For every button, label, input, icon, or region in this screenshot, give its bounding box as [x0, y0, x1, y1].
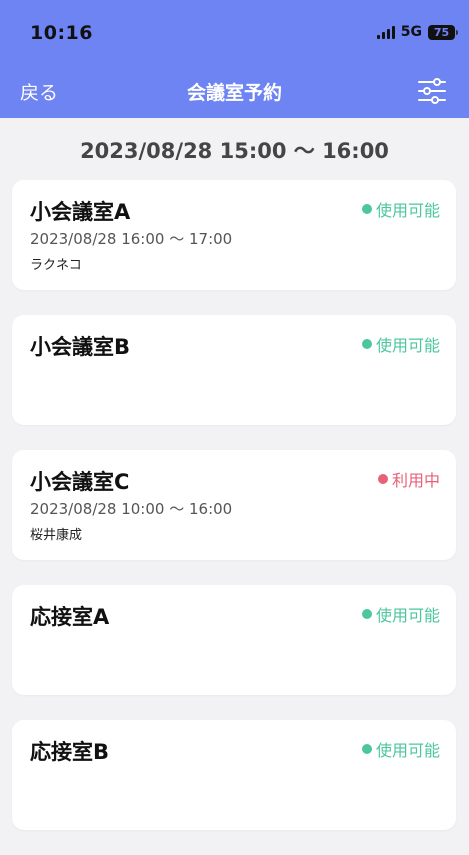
room-card[interactable]: 小会議室B 使用可能 — [12, 315, 456, 425]
sliders-icon[interactable] — [417, 78, 447, 104]
navigation-bar: 戻る 会議室予約 — [0, 64, 469, 118]
status-dot-icon — [361, 339, 372, 349]
room-card[interactable]: 小会議室C 利用中 2023/08/28 10:00 〜 16:00 桜井康成 — [12, 450, 456, 560]
room-name: 応接室B — [30, 740, 110, 764]
status-badge: 使用可能 — [361, 197, 440, 221]
room-list: 小会議室A 使用可能 2023/08/28 16:00 〜 17:00 ラクネコ… — [12, 180, 456, 855]
booking-time: 2023/08/28 10:00 〜 16:00 — [30, 500, 233, 518]
room-name: 応接室A — [30, 605, 110, 629]
status-badge: 使用可能 — [361, 602, 440, 626]
status-dot-icon — [377, 474, 388, 484]
status-indicators: 5G 75 — [376, 24, 458, 40]
network-label: 5G — [400, 24, 422, 40]
date-range: 2023/08/28 15:00 〜 16:00 — [80, 139, 389, 163]
status-label: 利用中 — [391, 471, 440, 490]
status-dot-icon — [361, 204, 372, 214]
status-time: 10:16 — [30, 22, 93, 44]
status-badge: 使用可能 — [361, 737, 440, 761]
status-label: 使用可能 — [375, 201, 440, 220]
page-title: 会議室予約 — [186, 82, 282, 104]
room-name: 小会議室A — [30, 200, 131, 224]
status-label: 使用可能 — [375, 741, 440, 760]
room-card[interactable]: 応接室A 使用可能 — [12, 585, 456, 695]
signal-icon — [376, 25, 395, 39]
status-bar: 10:16 5G 75 — [0, 0, 469, 64]
room-name: 小会議室C — [30, 470, 130, 494]
room-card[interactable]: 応接室B 使用可能 — [12, 720, 456, 830]
status-dot-icon — [361, 744, 372, 754]
battery-icon: 75 — [428, 24, 458, 40]
status-badge: 利用中 — [377, 467, 440, 491]
status-badge: 使用可能 — [361, 332, 440, 356]
booking-user: 桜井康成 — [30, 528, 83, 543]
status-label: 使用可能 — [375, 336, 440, 355]
status-label: 使用可能 — [375, 606, 440, 625]
booking-time: 2023/08/28 16:00 〜 17:00 — [30, 230, 233, 248]
booking-user: ラクネコ — [30, 258, 82, 273]
room-card[interactable]: 小会議室A 使用可能 2023/08/28 16:00 〜 17:00 ラクネコ — [12, 180, 456, 290]
status-dot-icon — [361, 609, 372, 619]
room-name: 小会議室B — [30, 335, 131, 359]
back-button[interactable]: 戻る — [20, 78, 58, 105]
